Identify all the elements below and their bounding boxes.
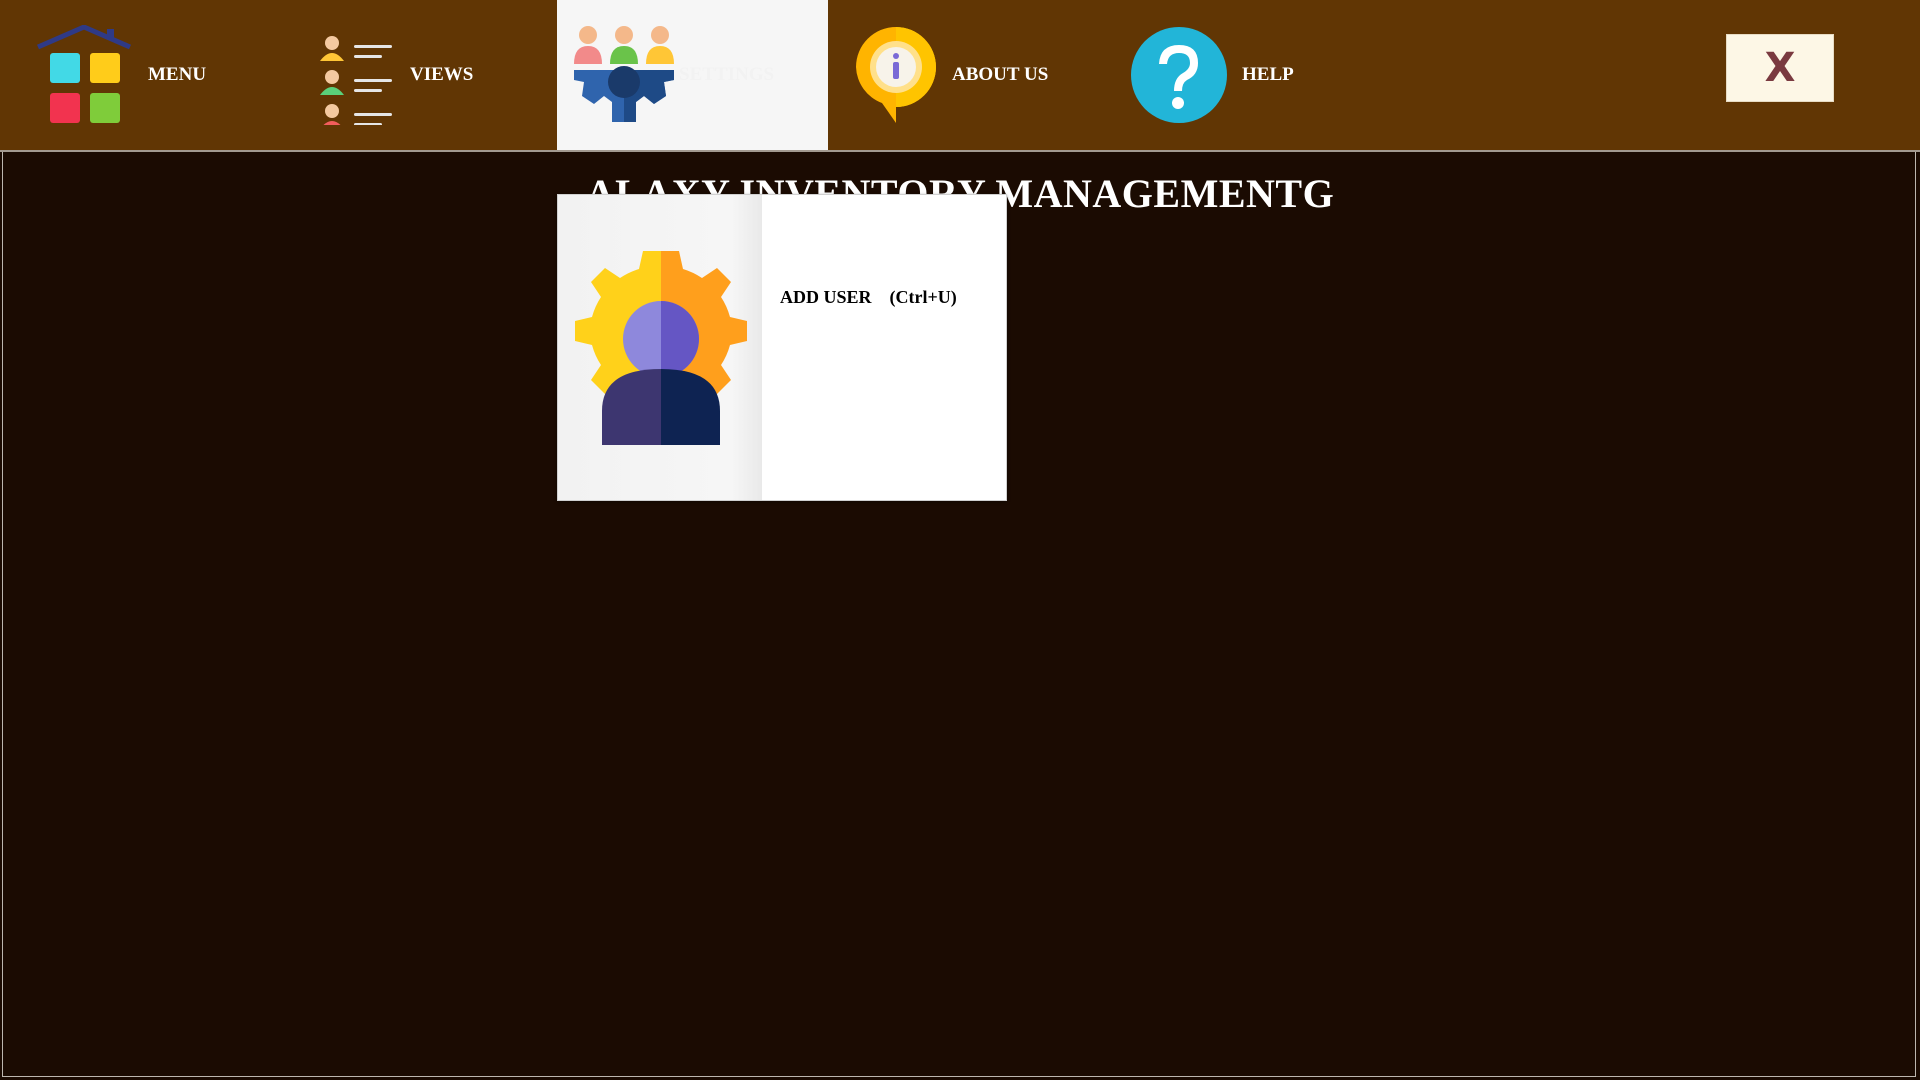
add-user-label: ADD USER (780, 287, 872, 307)
home-apps-icon (37, 25, 131, 123)
dropdown-icon-column (558, 195, 762, 500)
question-icon (1131, 27, 1227, 123)
info-location-icon (856, 27, 936, 123)
nav-help[interactable]: HELP (1130, 0, 1294, 150)
user-list-icon (320, 36, 392, 125)
top-navigation-bar: MENU VIEWS SETTINGS ABOUT US HELP X (0, 0, 1920, 152)
close-button[interactable]: X (1726, 34, 1834, 102)
nav-about-us[interactable]: ABOUT US (854, 0, 1048, 150)
user-gear-icon (575, 251, 747, 445)
add-user-shortcut: (Ctrl+U) (889, 287, 957, 307)
nav-settings-label: SETTINGS (679, 64, 775, 85)
settings-dropdown-menu: ADD USER (Ctrl+U) (557, 194, 1007, 501)
nav-settings-tab-active[interactable]: SETTINGS (557, 0, 828, 150)
nav-about-label: ABOUT US (952, 64, 1049, 85)
nav-views-label: VIEWS (410, 64, 474, 85)
nav-menu[interactable]: MENU (34, 0, 206, 150)
team-gear-icon (574, 26, 674, 122)
nav-views[interactable]: VIEWS (316, 0, 473, 150)
add-user-menu-item[interactable]: ADD USER (Ctrl+U) (780, 287, 957, 308)
nav-menu-label: MENU (148, 64, 207, 85)
nav-help-label: HELP (1242, 64, 1294, 85)
